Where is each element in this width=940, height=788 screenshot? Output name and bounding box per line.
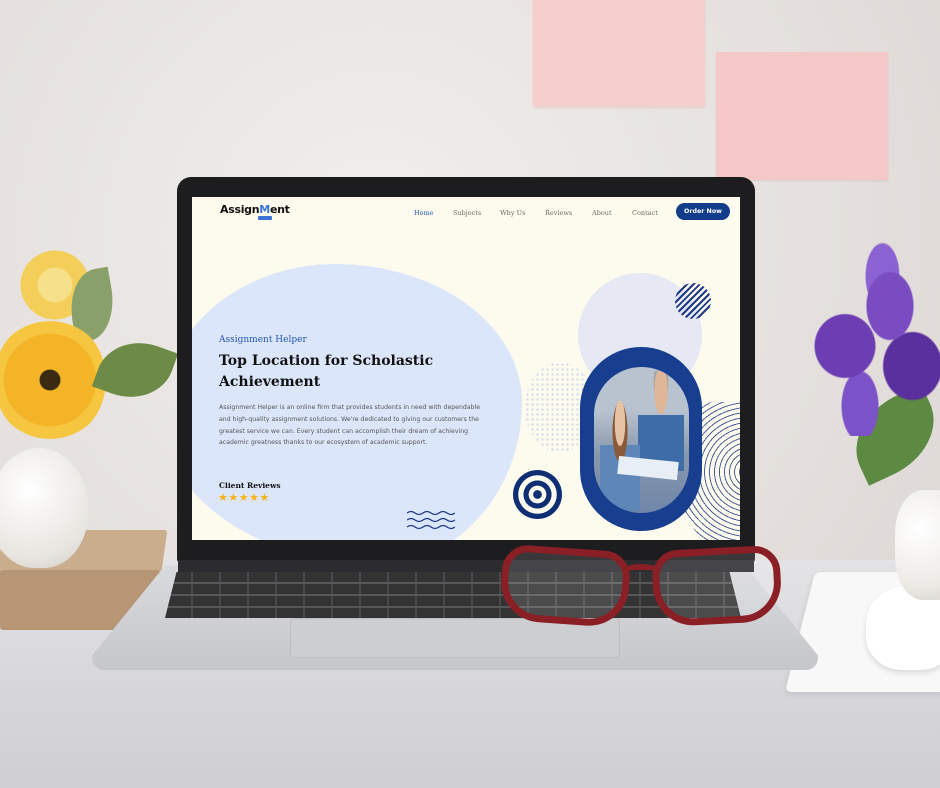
star-rating: ★★★★★ (218, 491, 270, 504)
nav-home[interactable]: Home (414, 209, 434, 217)
hero-description: Assignment Helper is an online firm that… (219, 404, 481, 447)
logo-underline (258, 216, 272, 220)
nav-contact[interactable]: Contact (632, 209, 658, 217)
vase-left (0, 448, 88, 568)
laptop-screen: AssignMent Home Subjects Why Us Reviews … (192, 197, 740, 540)
site-nav: AssignMent Home Subjects Why Us Reviews … (192, 197, 740, 227)
nav-subjects[interactable]: Subjects (453, 209, 481, 217)
vase-right (895, 490, 940, 600)
photo-scene: AssignMent Home Subjects Why Us Reviews … (0, 0, 940, 788)
sticky-note (533, 0, 705, 107)
sunflower (0, 318, 106, 442)
client-reviews-label: Client Reviews (219, 481, 281, 490)
nav-reviews[interactable]: Reviews (545, 209, 572, 217)
order-now-button[interactable]: Order Now (676, 203, 730, 220)
striped-circle-icon (675, 283, 711, 319)
orchid-flowers (800, 236, 940, 436)
site-logo[interactable]: AssignMent (220, 203, 290, 216)
nav-why-us[interactable]: Why Us (500, 209, 525, 217)
eyeglasses (495, 542, 793, 634)
hero-photo (594, 367, 689, 513)
sticky-note (716, 52, 888, 180)
hero-title: Top Location for Scholastic Achievement (219, 353, 434, 390)
concentric-circles-icon (513, 470, 562, 519)
hero-eyebrow: Assignment Helper (219, 335, 307, 345)
leaf (91, 329, 179, 411)
wave-lines-icon (407, 510, 455, 530)
nav-about[interactable]: About (592, 209, 612, 217)
